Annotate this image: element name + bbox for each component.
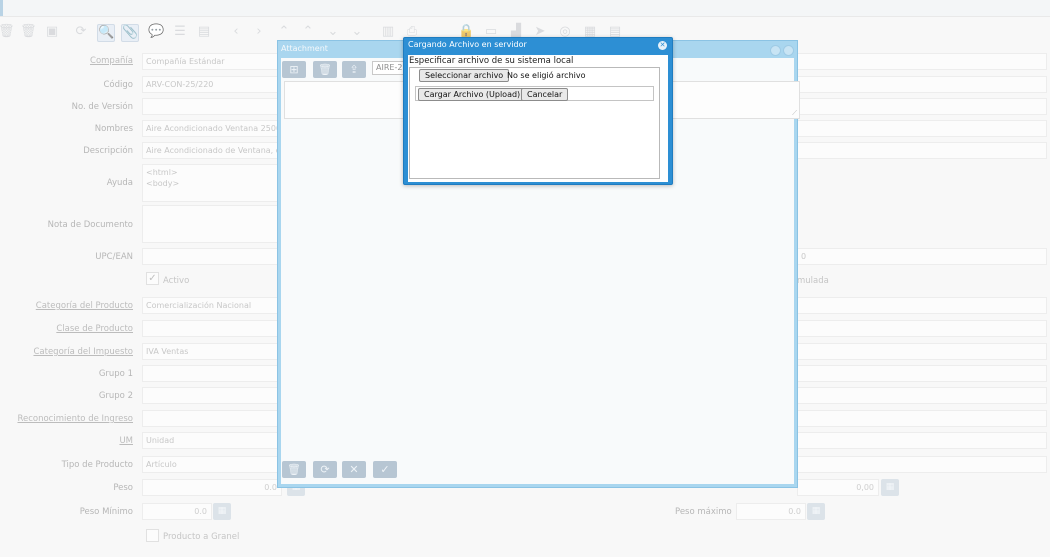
upload-instruction: Especificar archivo de su sistema local (409, 56, 574, 66)
attachment-title: Attachment (281, 44, 328, 53)
upload-dialog: Cargando Archivo en servidor ✕ Especific… (403, 37, 673, 185)
load-attachment-icon[interactable]: ⊞ (282, 61, 306, 78)
cancel-button[interactable]: Cancelar (521, 88, 569, 101)
reset-icon[interactable]: ⟳ (313, 461, 337, 478)
delete-attachment-icon[interactable]: 🗑 (313, 61, 337, 78)
upload-attachment-icon[interactable]: ⇪ (342, 61, 366, 78)
no-file-label: No se eligió archivo (507, 71, 586, 80)
upload-dialog-title: Cargando Archivo en servidor (408, 40, 527, 49)
upload-button[interactable]: Cargar Archivo (Upload) (418, 88, 527, 101)
ok-icon[interactable]: ✓ (373, 461, 397, 478)
resize-handle-icon[interactable]: ⟋ (792, 109, 797, 118)
delete-all-icon[interactable]: 🗑 (282, 461, 306, 478)
maximize-icon[interactable] (770, 45, 781, 56)
upload-panel: Seleccionar archivo No se eligió archivo… (409, 67, 660, 179)
select-file-button[interactable]: Seleccionar archivo (419, 69, 510, 82)
close-icon[interactable] (783, 45, 794, 56)
upload-dialog-body: Especificar archivo de su sistema local … (408, 55, 668, 182)
upload-buttons-group: Cargar Archivo (Upload) Cancelar (415, 86, 654, 101)
cancel-icon[interactable]: ✕ (342, 461, 366, 478)
upload-close-icon[interactable]: ✕ (658, 41, 667, 50)
